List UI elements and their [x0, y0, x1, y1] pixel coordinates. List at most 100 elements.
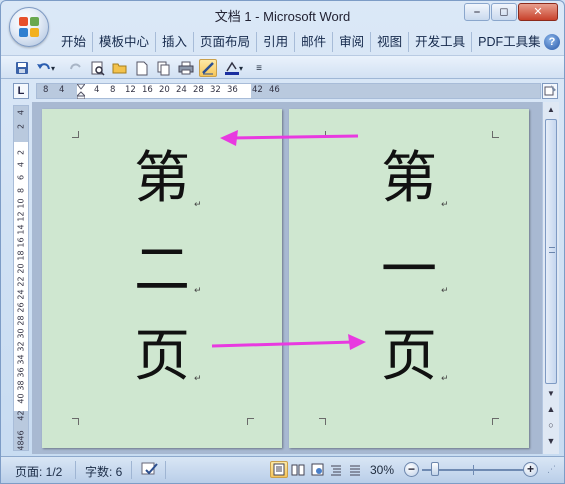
undo-dropdown-icon[interactable]: ▾: [49, 59, 57, 77]
ruler-tick: 20: [159, 85, 170, 95]
tab-selector[interactable]: L: [13, 83, 29, 99]
ruler-tick: 18: [16, 250, 26, 261]
tab-page-layout[interactable]: 页面布局: [194, 32, 258, 52]
next-page-icon[interactable]: ▼: [544, 434, 558, 449]
tab-references[interactable]: 引用: [257, 32, 296, 52]
tab-home[interactable]: 开始: [55, 32, 94, 52]
ruler-tick: 24: [176, 85, 187, 95]
open-icon[interactable]: [111, 59, 129, 77]
minimize-button[interactable]: ⎯: [464, 3, 490, 21]
proofing-icon[interactable]: [141, 461, 159, 480]
ruler-tick: 34: [16, 354, 26, 365]
page-char: 第: [381, 146, 437, 211]
paragraph-mark: ↵: [194, 285, 202, 295]
draft-view-icon[interactable]: [346, 461, 364, 478]
ruler-tick: 10: [16, 198, 26, 209]
ruler-tick: 32: [210, 85, 221, 95]
page-char: 一: [381, 238, 437, 303]
crop-mark: [492, 418, 499, 425]
save-icon[interactable]: [13, 59, 31, 77]
grip-icon: [549, 247, 555, 253]
horizontal-ruler[interactable]: 8 4 4 8 12 16 20 24 28 32 36 42 46: [36, 83, 541, 99]
tab-view[interactable]: 视图: [371, 32, 410, 52]
select-browse-object-icon[interactable]: ○: [544, 418, 558, 433]
zoom-center-mark: [473, 465, 474, 475]
page-1[interactable]: 第 ↵ 一 ↵ 页 ↵: [289, 109, 529, 448]
crop-mark: [72, 418, 79, 425]
tab-pdf-tools[interactable]: PDF工具集: [472, 32, 547, 52]
word-count[interactable]: 字数: 6: [85, 463, 122, 480]
web-layout-icon[interactable]: [308, 461, 326, 478]
new-icon[interactable]: [133, 59, 151, 77]
crop-mark: [247, 418, 254, 425]
tab-developer[interactable]: 开发工具: [409, 32, 473, 52]
scroll-thumb[interactable]: [545, 119, 557, 384]
ruler-tick: 48: [16, 440, 26, 451]
zoom-slider-thumb[interactable]: [431, 462, 439, 476]
tab-mailings[interactable]: 邮件: [295, 32, 334, 52]
page-char: 二: [134, 238, 190, 303]
ruler-tick: 22: [16, 276, 26, 287]
vertical-scrollbar[interactable]: ▲ ▼ ▲ ○ ▼: [542, 102, 559, 454]
paragraph-mark: ↵: [194, 199, 202, 209]
ribbon-tabs: 开始 模板中心 插入 页面布局 引用 邮件 审阅 视图 开发工具 PDF工具集: [55, 31, 547, 53]
ruler-tick: 12: [125, 85, 136, 95]
window-controls: ⎯ ◻ ✕: [463, 3, 558, 21]
document-area[interactable]: 第 ↵ 二 ↵ 页 ↵ 第 ↵ 一 ↵ 页 ↵: [32, 102, 542, 454]
maximize-button[interactable]: ◻: [491, 3, 517, 21]
close-button[interactable]: ✕: [518, 3, 558, 21]
ruler-tick: 2: [16, 123, 26, 130]
divider: [131, 461, 132, 479]
page-2[interactable]: 第 ↵ 二 ↵ 页 ↵: [42, 109, 282, 448]
ruler-tick: 4: [59, 85, 65, 95]
ruler-tick: 4: [16, 109, 26, 116]
ruler-tick: 4: [16, 161, 26, 168]
ruler-tick: 26: [16, 302, 26, 313]
ruler-tick: 20: [16, 263, 26, 274]
customize-icon[interactable]: ≡: [253, 59, 265, 77]
ruler-tick: 42: [16, 410, 26, 421]
ruler-tick: 16: [16, 237, 26, 248]
help-icon[interactable]: ?: [544, 34, 560, 50]
word-window: 文档 1 - Microsoft Word ⎯ ◻ ✕ 开始 模板中心 插入 页…: [0, 0, 565, 484]
tab-insert[interactable]: 插入: [156, 32, 195, 52]
print-layout-icon[interactable]: [270, 461, 288, 478]
zoom-in-button[interactable]: +: [523, 462, 538, 477]
outline-view-icon[interactable]: [327, 461, 345, 478]
ruler-tick: 46: [269, 85, 280, 95]
page-char: 页: [134, 324, 190, 389]
ruler-tick: 28: [16, 315, 26, 326]
ruler-tick: 28: [193, 85, 204, 95]
font-color-dropdown-icon[interactable]: ▾: [237, 59, 245, 77]
office-button[interactable]: [9, 7, 49, 47]
previous-page-icon[interactable]: ▲: [544, 402, 558, 417]
crop-mark: [319, 131, 326, 138]
copy-icon[interactable]: [155, 59, 173, 77]
crop-mark: [319, 418, 326, 425]
ruler-tick: 38: [16, 380, 26, 391]
tab-review[interactable]: 审阅: [333, 32, 372, 52]
view-ruler-icon[interactable]: [542, 83, 558, 99]
crop-mark: [72, 131, 79, 138]
ruler-tick: 36: [16, 367, 26, 378]
redo-icon[interactable]: [67, 59, 85, 77]
zoom-level[interactable]: 30%: [370, 463, 394, 477]
ruler-tick: 40: [16, 393, 26, 404]
tab-template-center[interactable]: 模板中心: [93, 32, 157, 52]
scroll-up-icon[interactable]: ▲: [544, 102, 558, 117]
zoom-out-button[interactable]: −: [404, 462, 419, 477]
full-screen-reading-icon[interactable]: [289, 461, 307, 478]
scroll-down-icon[interactable]: ▼: [544, 386, 558, 401]
paragraph-mark: ↵: [441, 199, 449, 209]
print-icon[interactable]: [177, 59, 195, 77]
print-preview-icon[interactable]: [89, 59, 107, 77]
resize-grip-icon[interactable]: ⋰: [547, 464, 556, 475]
page-count[interactable]: 页面: 1/2: [15, 463, 62, 480]
indent-marker-icon[interactable]: [77, 84, 85, 99]
quick-access-toolbar: ▾ ▾ ≡: [1, 55, 564, 79]
ruler-tick: 6: [16, 174, 26, 181]
draw-icon[interactable]: [199, 59, 217, 77]
ruler-margin-right: [251, 84, 540, 98]
paragraph-mark: ↵: [441, 373, 449, 383]
vertical-ruler[interactable]: 4 2 2 4 6 8 10 12 14 16 18 20 22 24 26 2…: [13, 105, 29, 451]
